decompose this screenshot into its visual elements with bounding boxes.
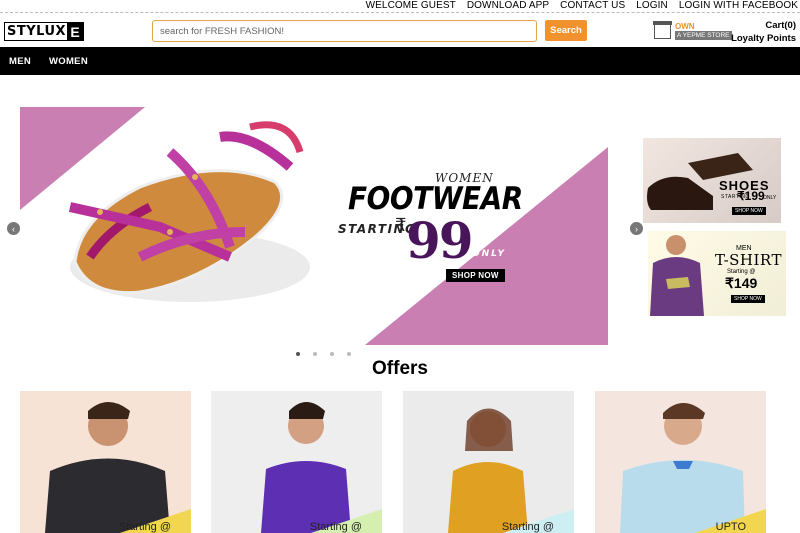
header: STYLUX E search for FRESH FASHION! Searc…: [0, 14, 800, 48]
tshirt-title: T-SHIRT: [715, 251, 782, 269]
store-icon: [653, 20, 672, 39]
banner-shop-now-button[interactable]: SHOP NOW: [446, 269, 505, 282]
welcome-guest-text: WELCOME GUEST: [365, 0, 456, 11]
offer-ribbon-text: Starting @: [309, 521, 362, 533]
logo-letter: E: [67, 23, 83, 40]
shoes-only: ONLY: [763, 195, 777, 201]
contact-us-link[interactable]: CONTACT US: [560, 0, 625, 12]
logo-text: STYLUX: [7, 24, 67, 39]
offer-model-image: [448, 408, 574, 533]
nav-item-women[interactable]: WOMEN: [49, 56, 88, 67]
slider-dot[interactable]: [330, 352, 334, 356]
own-store-link[interactable]: OWN A YEPME STORE: [653, 20, 732, 40]
top-links: WELCOME GUEST DOWNLOAD APP CONTACT US LO…: [366, 0, 798, 12]
site-logo[interactable]: STYLUX E: [4, 22, 84, 41]
offer-card[interactable]: Starting @: [403, 391, 574, 533]
offer-model-image: [620, 403, 766, 533]
sandal-image: [68, 121, 310, 302]
banner-background: [20, 107, 608, 345]
download-app-link[interactable]: DOWNLOAD APP: [467, 0, 549, 12]
offer-model-image: [45, 402, 191, 533]
slider-dot[interactable]: [313, 352, 317, 356]
search-input[interactable]: search for FRESH FASHION!: [152, 20, 537, 42]
offer-ribbon-text: Starting @: [118, 521, 171, 533]
slider-dot[interactable]: [347, 352, 351, 356]
banner-only-label: ONLY: [472, 249, 507, 259]
store-own-label: OWN: [675, 22, 695, 31]
slider-next-arrow[interactable]: ›: [630, 222, 643, 235]
offer-ribbon-text: Starting @: [501, 521, 554, 533]
side-banner-shoes[interactable]: SHOES STARTING ₹199 ONLY SHOP NOW: [643, 138, 781, 223]
offer-card[interactable]: UPTO: [595, 391, 766, 533]
tshirt-model-image: [650, 235, 704, 316]
top-bar: WELCOME GUEST DOWNLOAD APP CONTACT US LO…: [0, 0, 800, 13]
login-facebook-link[interactable]: LOGIN WITH FACEBOOK: [679, 0, 798, 12]
banner-price: 99: [406, 211, 474, 270]
nav-item-men[interactable]: MEN: [9, 56, 31, 67]
store-name-label: A YEPME STORE: [675, 31, 732, 40]
banner-currency: ₹: [395, 215, 407, 236]
login-link[interactable]: LOGIN: [636, 0, 668, 12]
tshirt-price: ₹149: [725, 275, 758, 291]
main-banner[interactable]: WOMEN FOOTWEAR STARTING ₹ 99 ONLY SHOP N…: [20, 107, 608, 345]
cart-link[interactable]: Cart(0): [731, 19, 796, 32]
shoes-shop-now-button[interactable]: SHOP NOW: [732, 207, 766, 215]
search-placeholder: search for FRESH FASHION!: [160, 25, 285, 37]
slider-dot[interactable]: [296, 352, 300, 356]
offer-model-image: [261, 402, 382, 533]
search-button[interactable]: Search: [545, 20, 587, 41]
cart-area: Cart(0) Loyalty Points: [731, 19, 796, 45]
slider-prev-arrow[interactable]: ‹: [7, 222, 20, 235]
offer-card[interactable]: Starting @: [20, 391, 191, 533]
main-nav: MEN WOMEN: [0, 47, 800, 75]
loyalty-points-link[interactable]: Loyalty Points: [731, 32, 796, 45]
slider-dots: [296, 352, 351, 356]
tshirt-shop-now-button[interactable]: SHOP NOW: [731, 295, 765, 303]
offers-heading: Offers: [372, 358, 428, 379]
offer-ribbon-text: UPTO: [715, 521, 746, 533]
offer-card[interactable]: Starting @: [211, 391, 382, 533]
shoes-price: ₹199: [737, 189, 765, 203]
side-banner-tshirt[interactable]: MEN T-SHIRT Starting @ ₹149 SHOP NOW: [648, 231, 786, 316]
